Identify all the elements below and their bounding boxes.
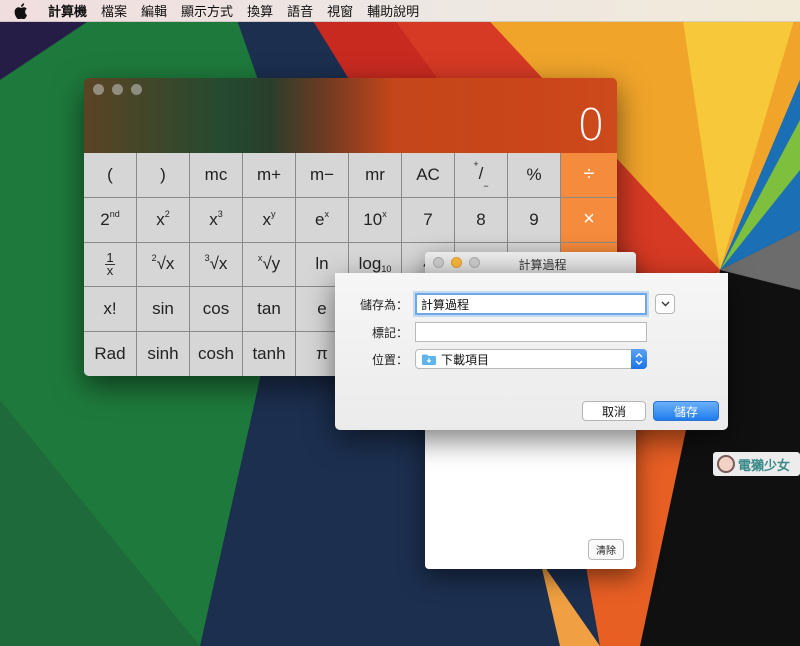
key-cube-root[interactable]: 3 √x	[190, 242, 242, 287]
key-second[interactable]: 2nd	[84, 197, 136, 242]
key-plus-minus[interactable]: +/−	[455, 153, 507, 197]
key-8[interactable]: 8	[455, 197, 507, 242]
menu-convert[interactable]: 換算	[247, 1, 273, 20]
key-mr[interactable]: mr	[349, 153, 401, 197]
where-row: 位置： 下載項目	[335, 348, 728, 370]
where-value: 下載項目	[441, 352, 490, 367]
display-value: 0	[577, 100, 605, 151]
key-open-paren[interactable]: (	[84, 153, 136, 197]
key-mc[interactable]: mc	[190, 153, 242, 197]
close-button[interactable]	[93, 84, 104, 95]
key-reciprocal[interactable]: 1x	[84, 242, 136, 287]
menu-view[interactable]: 顯示方式	[181, 1, 233, 20]
menu-file[interactable]: 檔案	[101, 1, 127, 20]
save-as-label: 儲存為：	[359, 297, 408, 312]
paper-tape-title: 計算過程	[518, 258, 567, 272]
key-e-power-x[interactable]: ex	[296, 197, 348, 242]
key-cos[interactable]: cos	[190, 287, 242, 332]
menu-help[interactable]: 輔助說明	[367, 1, 419, 20]
key-x-cubed[interactable]: x3	[190, 197, 242, 242]
key-rad[interactable]: Rad	[84, 332, 136, 376]
save-button[interactable]: 儲存	[653, 401, 719, 421]
calculator-display: 0	[84, 78, 617, 153]
key-9[interactable]: 9	[508, 197, 560, 242]
key-all-clear[interactable]: AC	[402, 153, 454, 197]
apple-menu-icon[interactable]	[14, 2, 30, 20]
clear-button[interactable]: 清除	[588, 539, 624, 560]
menu-edit[interactable]: 編輯	[141, 1, 167, 20]
tags-label: 標記：	[371, 325, 408, 340]
save-as-field[interactable]: 計算過程	[415, 293, 647, 315]
menu-speech[interactable]: 語音	[287, 1, 313, 20]
zoom-button[interactable]	[131, 84, 142, 95]
save-as-row: 儲存為： 計算過程	[335, 293, 728, 315]
key-x-power-y[interactable]: xy	[243, 197, 295, 242]
minimize-button[interactable]	[112, 84, 123, 95]
key-divide[interactable]: ÷	[561, 153, 617, 197]
key-cosh[interactable]: cosh	[190, 332, 242, 376]
watermark-logo: 電獺少女	[713, 452, 800, 476]
chevron-down-icon	[661, 301, 669, 307]
paper-tape-titlebar: 計算過程	[425, 252, 636, 274]
menu-window[interactable]: 視窗	[327, 1, 353, 20]
key-sin[interactable]: sin	[137, 287, 189, 332]
where-select[interactable]: 下載項目	[415, 349, 647, 369]
key-m-minus[interactable]: m−	[296, 153, 348, 197]
key-x-squared[interactable]: x2	[137, 197, 189, 242]
key-square-root[interactable]: 2 √x	[137, 242, 189, 287]
key-factorial[interactable]: x!	[84, 287, 136, 332]
key-multiply[interactable]: ×	[561, 197, 617, 242]
cancel-button[interactable]: 取消	[582, 401, 646, 421]
key-sinh[interactable]: sinh	[137, 332, 189, 376]
mascot-icon	[717, 455, 735, 473]
menu-calculator[interactable]: 計算機	[48, 1, 87, 20]
menu-bar: 計算機 檔案 編輯 顯示方式 換算 語音 視窗 輔助說明	[0, 0, 800, 22]
tags-field[interactable]	[415, 322, 647, 342]
watermark-text: 電獺少女	[738, 457, 791, 473]
key-y-root[interactable]: x √y	[243, 242, 295, 287]
key-close-paren[interactable]: )	[137, 153, 189, 197]
select-stepper-icon	[631, 349, 647, 369]
downloads-folder-icon	[422, 354, 436, 365]
save-dialog: 儲存為： 計算過程 標記： 位置： 下載項目 取消 儲存	[335, 273, 728, 430]
where-label: 位置：	[371, 352, 408, 367]
window-controls	[93, 84, 142, 95]
expand-dialog-button[interactable]	[655, 294, 675, 314]
tags-row: 標記：	[335, 321, 728, 343]
key-m-plus[interactable]: m+	[243, 153, 295, 197]
key-tan[interactable]: tan	[243, 287, 295, 332]
key-ten-power-x[interactable]: 10 x	[349, 197, 401, 242]
key-7[interactable]: 7	[402, 197, 454, 242]
key-percent[interactable]: %	[508, 153, 560, 197]
key-tanh[interactable]: tanh	[243, 332, 295, 376]
